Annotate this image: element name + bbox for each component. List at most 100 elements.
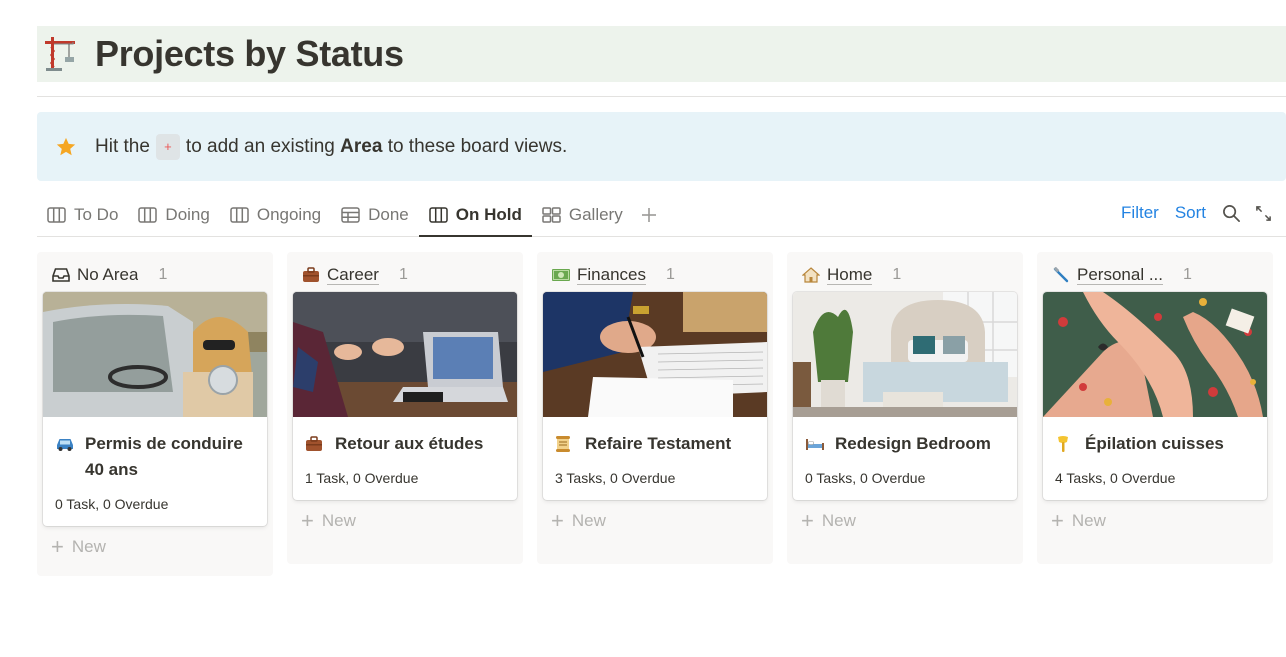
board-column: Home 1 Redesign Bedroom 0 Tasks, 0 Overd… <box>787 252 1023 564</box>
callout-bold: Area <box>340 135 383 157</box>
expand-icon[interactable] <box>1255 205 1272 222</box>
new-label: New <box>1071 511 1106 530</box>
card-title: Épilation cuisses <box>1085 434 1224 453</box>
card-task-summary: 0 Tasks, 0 Overdue <box>805 470 926 486</box>
board-column: Career 1 Retour aux études 1 Task, 0 Ove… <box>287 252 523 564</box>
project-card[interactable]: Épilation cuisses 4 Tasks, 0 Overdue <box>1043 292 1267 500</box>
plus-icon: + <box>301 508 314 533</box>
page-title[interactable]: Projects by Status <box>95 33 404 75</box>
column-name: Personal ... <box>1077 265 1163 285</box>
card-cover-image <box>293 292 517 417</box>
tab-label: Done <box>368 205 409 224</box>
tab-on-hold[interactable]: On Hold <box>418 194 532 237</box>
project-card[interactable]: Redesign Bedroom 0 Tasks, 0 Overdue <box>793 292 1017 500</box>
project-card[interactable]: Refaire Testament 3 Tasks, 0 Overdue <box>543 292 767 500</box>
new-card-button[interactable]: + New <box>1043 500 1267 542</box>
plus-icon: + <box>51 534 64 559</box>
tab-label: Gallery <box>568 205 623 224</box>
sort-button[interactable]: Sort <box>1175 203 1206 223</box>
new-label: New <box>321 511 356 530</box>
money-icon <box>551 265 571 285</box>
plus-icon: + <box>551 508 564 533</box>
card-title: Redesign Bedroom <box>835 434 991 453</box>
star-icon <box>55 136 77 158</box>
column-header[interactable]: Career 1 <box>293 258 517 292</box>
divider <box>37 96 1286 97</box>
tab-done[interactable]: Done <box>331 194 419 236</box>
project-card[interactable]: Permis de conduire 40 ans 0 Task, 0 Over… <box>43 292 267 526</box>
column-count: 1 <box>158 266 168 283</box>
card-task-summary: 4 Tasks, 0 Overdue <box>1055 470 1176 486</box>
filter-button[interactable]: Filter <box>1121 203 1159 223</box>
card-cover-image <box>793 292 1017 417</box>
plus-icon <box>641 208 656 222</box>
callout-pre: Hit the <box>95 135 150 157</box>
car-icon <box>55 431 75 457</box>
new-card-button[interactable]: + New <box>793 500 1017 542</box>
card-task-summary: 3 Tasks, 0 Overdue <box>555 470 676 486</box>
plus-key: + <box>155 133 180 160</box>
tab-to-do[interactable]: To Do <box>37 194 128 236</box>
tab-label: To Do <box>74 205 119 224</box>
board: No Area 1 Permis de conduire 40 ans 0 Ta… <box>37 252 1273 576</box>
column-name: No Area <box>77 265 139 284</box>
card-cover-image <box>43 292 267 417</box>
search-icon[interactable] <box>1222 204 1241 223</box>
board-icon <box>230 207 249 223</box>
board-column: Personal ... 1 Épilation cuisses 4 Tasks… <box>1037 252 1273 564</box>
new-label: New <box>821 511 856 530</box>
column-header[interactable]: Home 1 <box>793 258 1017 292</box>
card-title: Permis de conduire 40 ans <box>85 434 243 479</box>
column-name: Home <box>827 265 873 285</box>
callout-mid: to add an existing <box>185 135 335 157</box>
board-icon <box>47 207 66 223</box>
card-cover-image <box>1043 292 1267 417</box>
card-task-summary: 0 Task, 0 Overdue <box>55 496 169 512</box>
tab-doing[interactable]: Doing <box>128 194 219 236</box>
card-title: Refaire Testament <box>585 434 732 453</box>
card-title: Retour aux études <box>335 434 484 453</box>
new-card-button[interactable]: + New <box>543 500 767 542</box>
tab-gallery[interactable]: Gallery <box>532 194 633 236</box>
board-icon <box>429 207 448 223</box>
scroll-icon <box>555 431 575 457</box>
tab-label: On Hold <box>455 205 522 224</box>
tab-label: Doing <box>165 205 210 224</box>
column-header[interactable]: No Area 1 <box>43 258 267 292</box>
card-task-summary: 1 Task, 0 Overdue <box>305 470 419 486</box>
new-label: New <box>571 511 606 530</box>
wax-icon <box>1055 431 1075 457</box>
new-card-button[interactable]: + New <box>293 500 517 542</box>
new-card-button[interactable]: + New <box>43 526 267 568</box>
column-count: 1 <box>398 266 408 283</box>
column-name: Career <box>327 265 379 285</box>
gallery-icon <box>542 207 561 223</box>
view-tools: Filter Sort <box>1121 194 1286 232</box>
callout: Hit the + to add an existing Area to the… <box>37 112 1286 181</box>
column-count: 1 <box>665 266 675 283</box>
board-column: Finances 1 Refaire Testament 3 Tasks, 0 … <box>537 252 773 564</box>
board-column: No Area 1 Permis de conduire 40 ans 0 Ta… <box>37 252 273 576</box>
crane-icon[interactable] <box>41 34 81 74</box>
new-label: New <box>71 537 106 556</box>
plus-icon: + <box>1051 508 1064 533</box>
tab-label: Ongoing <box>256 205 322 224</box>
briefcase-icon <box>305 431 325 457</box>
table-icon <box>341 207 360 223</box>
tab-ongoing[interactable]: Ongoing <box>220 194 331 236</box>
project-card[interactable]: Retour aux études 1 Task, 0 Overdue <box>293 292 517 500</box>
callout-post: to these board views. <box>387 135 568 157</box>
razor-icon <box>1051 265 1071 285</box>
callout-text: Hit the + to add an existing Area to the… <box>95 133 568 160</box>
bed-icon <box>805 431 825 457</box>
card-cover-image <box>543 292 767 417</box>
add-view-button[interactable] <box>633 194 665 236</box>
column-header[interactable]: Finances 1 <box>543 258 767 292</box>
page-header: Projects by Status <box>37 26 1286 82</box>
plus-icon: + <box>801 508 814 533</box>
view-tabs: To Do Doing Ongoing Done On Hold Gallery… <box>37 194 1286 237</box>
column-header[interactable]: Personal ... 1 <box>1043 258 1267 292</box>
board-icon <box>138 207 158 223</box>
column-count: 1 <box>892 266 902 283</box>
inbox-icon <box>51 265 71 285</box>
